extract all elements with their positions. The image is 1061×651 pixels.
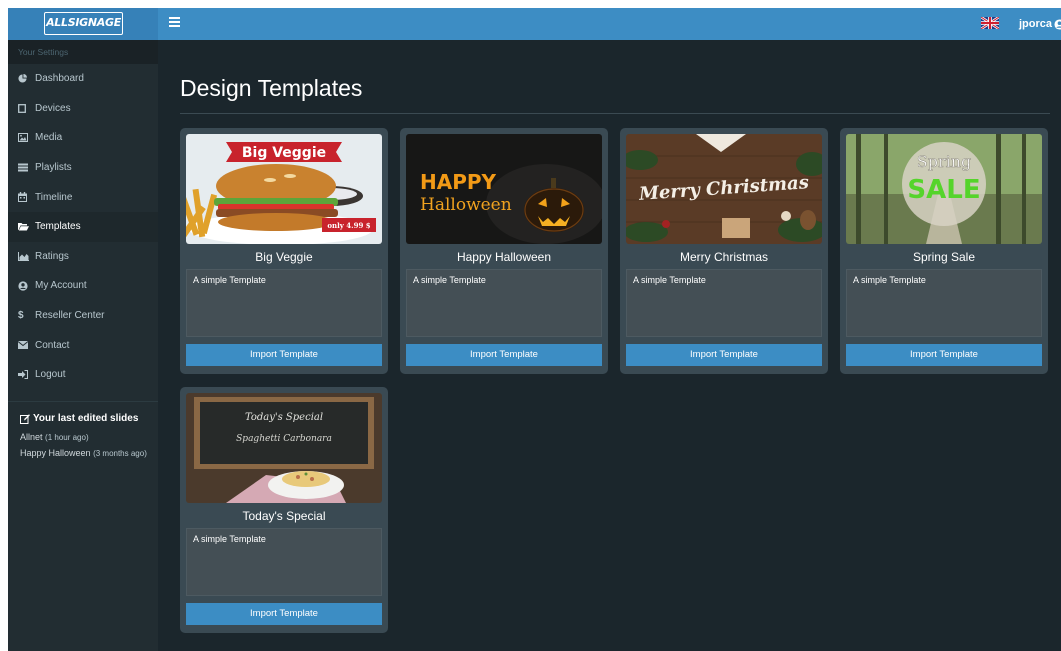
preview-title-line2: SALE bbox=[907, 175, 980, 205]
template-description: A simple Template bbox=[186, 528, 382, 596]
preview-title-line1: HAPPY bbox=[420, 170, 497, 194]
preview-price-text: only 4.99 $ bbox=[327, 221, 370, 230]
user-menu[interactable]: jporca bbox=[1019, 16, 1061, 32]
sidebar-item-label: Contact bbox=[35, 339, 70, 351]
template-description: A simple Template bbox=[186, 269, 382, 337]
sidebar-item-reseller-center[interactable]: $ Reseller Center bbox=[8, 301, 158, 331]
preview-title-line1: Spring bbox=[917, 152, 972, 171]
pie-chart-icon bbox=[18, 74, 27, 83]
main-content: Design Templates Big Veggie only 4.99 $ … bbox=[158, 40, 1061, 651]
sidebar-item-label: Timeline bbox=[35, 191, 73, 203]
sign-out-icon bbox=[18, 370, 28, 380]
list-icon bbox=[18, 163, 28, 172]
sidebar: Your Settings Dashboard Devices Media Pl… bbox=[8, 40, 158, 651]
username: jporca bbox=[1019, 18, 1053, 30]
sidebar-item-playlists[interactable]: Playlists bbox=[8, 153, 158, 183]
sidebar-item-label: Media bbox=[35, 132, 63, 144]
sidebar-item-ratings[interactable]: Ratings bbox=[8, 242, 158, 272]
template-card-spring-sale: Spring SALE Spring Sale A simple Templat… bbox=[840, 128, 1048, 374]
image-icon bbox=[18, 133, 28, 143]
area-chart-icon bbox=[18, 251, 29, 261]
sidebar-item-contact[interactable]: Contact bbox=[8, 330, 158, 360]
last-edited-list: Allnet (1 hour ago) Happy Halloween (3 m… bbox=[20, 431, 158, 460]
template-preview-image[interactable]: Today's Special Spaghetti Carbonara bbox=[186, 393, 382, 503]
sidebar-item-media[interactable]: Media bbox=[8, 123, 158, 153]
template-card-happy-halloween: HAPPY Halloween Happy Halloween A simple… bbox=[400, 128, 608, 374]
sidebar-item-label: Reseller Center bbox=[35, 310, 105, 322]
user-circle-icon bbox=[18, 281, 28, 291]
square-outline-icon bbox=[18, 103, 26, 113]
envelope-icon bbox=[18, 341, 28, 350]
preview-title-line1: Today's Special bbox=[245, 412, 323, 423]
calendar-icon bbox=[18, 192, 27, 203]
template-description: A simple Template bbox=[626, 269, 822, 337]
template-description: A simple Template bbox=[846, 269, 1042, 337]
page-title: Design Templates bbox=[180, 75, 363, 101]
import-template-button[interactable]: Import Template bbox=[186, 603, 382, 625]
last-edited-title: Your last edited slides bbox=[33, 412, 139, 424]
sidebar-divider bbox=[8, 390, 158, 402]
template-preview-image[interactable]: Merry Christmas bbox=[626, 134, 822, 244]
template-name: Big Veggie bbox=[255, 250, 313, 264]
sidebar-item-label: Playlists bbox=[35, 162, 72, 174]
preview-title-line2: Spaghetti Carbonara bbox=[236, 434, 332, 444]
sidebar-item-logout[interactable]: Logout bbox=[8, 360, 158, 390]
sidebar-item-label: Devices bbox=[35, 102, 71, 114]
logo-area[interactable]: ALLSIGNAGE bbox=[8, 8, 158, 40]
uk-flag-icon[interactable] bbox=[981, 17, 999, 29]
template-card-big-veggie: Big Veggie only 4.99 $ Big Veggie A simp… bbox=[180, 128, 388, 374]
template-preview-image[interactable]: Spring SALE bbox=[846, 134, 1042, 244]
allsignage-logo[interactable]: ALLSIGNAGE bbox=[44, 12, 123, 35]
sidebar-item-label: Dashboard bbox=[35, 73, 84, 85]
sidebar-item-label: My Account bbox=[35, 280, 87, 292]
sidebar-item-timeline[interactable]: Timeline bbox=[8, 182, 158, 212]
template-name: Spring Sale bbox=[912, 250, 976, 264]
template-name: Merry Christmas bbox=[679, 250, 768, 264]
sidebar-item-label: Ratings bbox=[35, 250, 69, 262]
sidebar-item-devices[interactable]: Devices bbox=[8, 94, 158, 124]
preview-title-line2: Halloween bbox=[420, 195, 512, 215]
template-name: Today's Special bbox=[242, 509, 326, 523]
template-description: A simple Template bbox=[406, 269, 602, 337]
sidebar-item-dashboard[interactable]: Dashboard bbox=[8, 64, 158, 94]
sidebar-header: Your Settings bbox=[8, 40, 158, 64]
sidebar-item-label: Logout bbox=[35, 369, 66, 381]
app-root: ALLSIGNAGE jporca Your Settings Dashboar… bbox=[8, 8, 1061, 651]
hamburger-icon[interactable] bbox=[169, 17, 180, 29]
preview-banner-text: Big Veggie bbox=[242, 145, 326, 161]
import-template-button[interactable]: Import Template bbox=[846, 344, 1042, 366]
dollar-icon: $ bbox=[18, 310, 24, 322]
title-divider bbox=[180, 113, 1050, 114]
sidebar-item-templates[interactable]: Templates bbox=[8, 211, 158, 242]
recent-slide-link[interactable]: Allnet (1 hour ago) bbox=[20, 431, 155, 444]
sidebar-item-my-account[interactable]: My Account bbox=[8, 271, 158, 301]
user-circle-icon bbox=[1054, 18, 1061, 30]
last-edited-panel: Your last edited slides Allnet (1 hour a… bbox=[8, 402, 158, 460]
template-card-todays-special: Today's Special Spaghetti Carbonara Toda… bbox=[180, 387, 388, 633]
import-template-button[interactable]: Import Template bbox=[406, 344, 602, 366]
top-navbar: ALLSIGNAGE jporca bbox=[8, 8, 1061, 40]
template-name: Happy Halloween bbox=[456, 250, 552, 264]
recent-slide-link[interactable]: Happy Halloween (3 months ago) bbox=[20, 447, 155, 460]
template-preview-image[interactable]: Big Veggie only 4.99 $ bbox=[186, 134, 382, 244]
sidebar-item-label: Templates bbox=[35, 221, 81, 233]
import-template-button[interactable]: Import Template bbox=[626, 344, 822, 366]
template-card-merry-christmas: Merry Christmas Merry Christmas A simple… bbox=[620, 128, 828, 374]
edit-icon bbox=[20, 413, 30, 424]
import-template-button[interactable]: Import Template bbox=[186, 344, 382, 366]
folder-open-icon bbox=[18, 223, 29, 231]
template-preview-image[interactable]: HAPPY Halloween bbox=[406, 134, 602, 244]
